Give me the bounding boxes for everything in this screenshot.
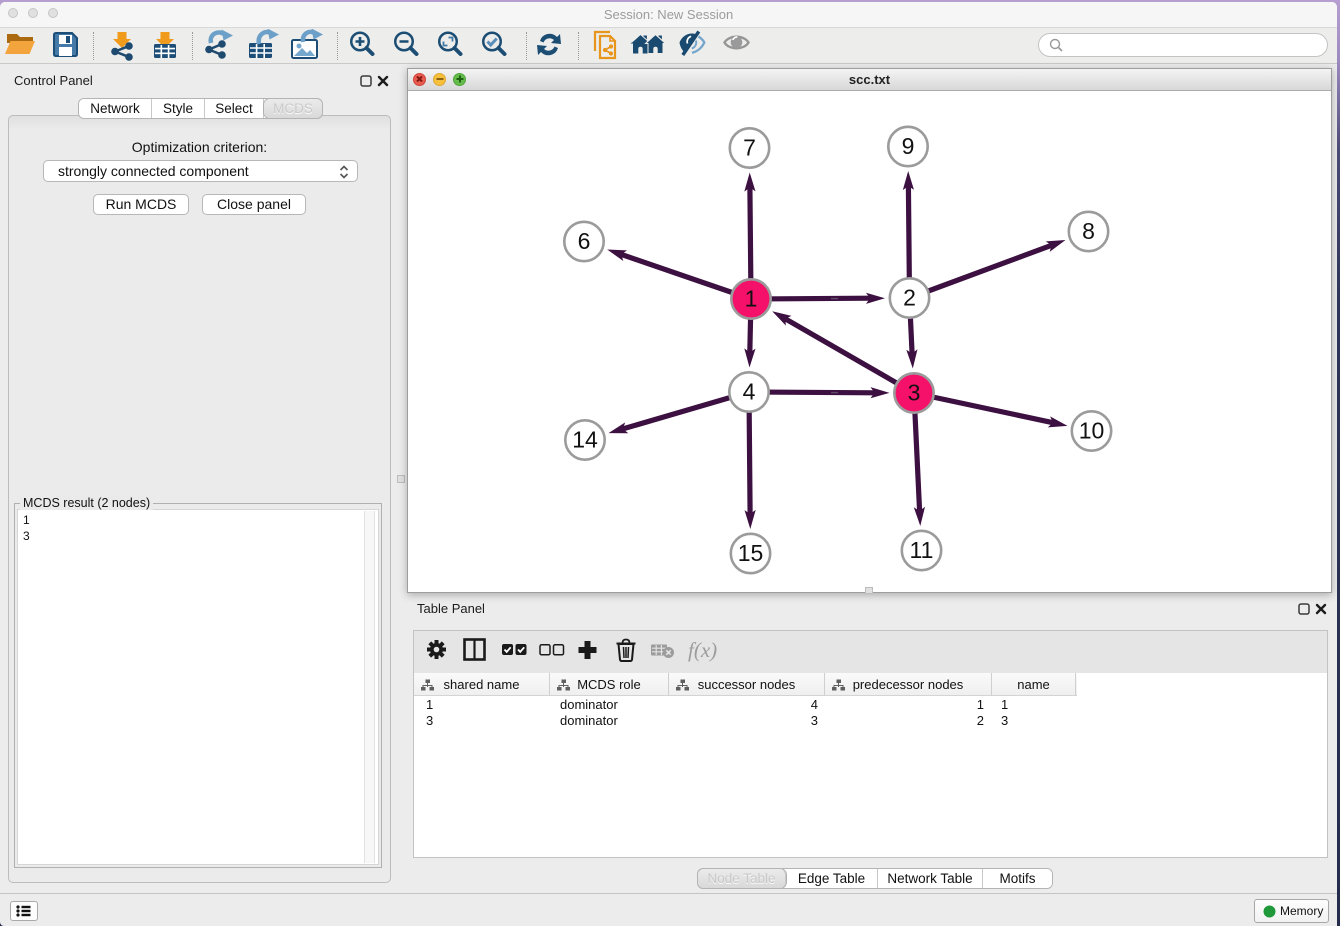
svg-text:1: 1 [745, 286, 758, 312]
svg-text:4: 4 [743, 379, 756, 405]
svg-text:8: 8 [1082, 218, 1095, 244]
svg-text:10: 10 [1079, 418, 1105, 444]
svg-text:15: 15 [738, 540, 764, 566]
svg-text:7: 7 [743, 135, 756, 161]
svg-text:11: 11 [910, 537, 934, 563]
svg-text:3: 3 [908, 380, 921, 406]
svg-text:f(x): f(x) [688, 638, 717, 662]
svg-text:2: 2 [903, 285, 916, 311]
svg-text:6: 6 [578, 228, 591, 254]
svg-text:14: 14 [572, 427, 598, 453]
svg-text:9: 9 [902, 133, 915, 159]
